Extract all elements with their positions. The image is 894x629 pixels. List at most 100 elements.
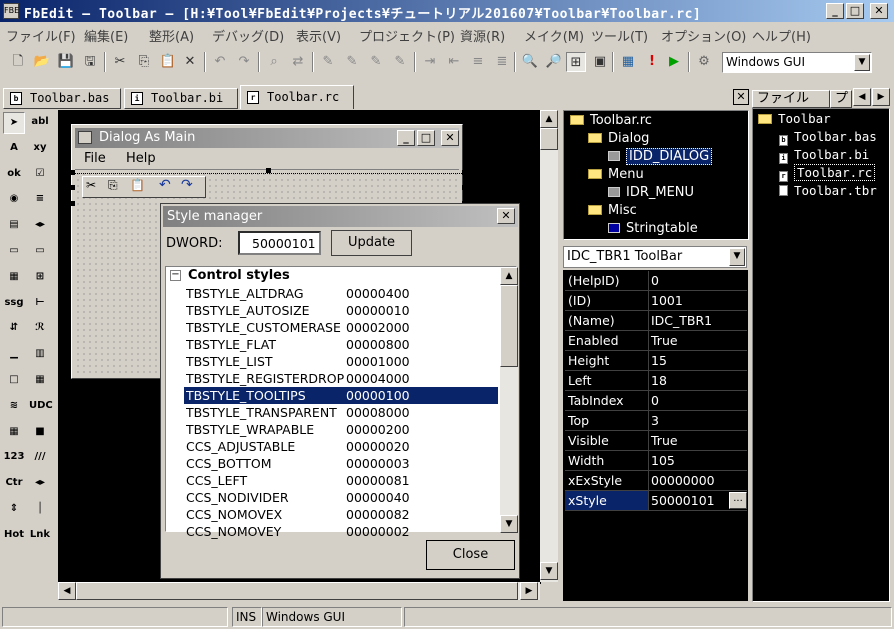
menu-item-3[interactable]: デバッグ(D) bbox=[212, 26, 284, 45]
style-row[interactable]: CCS_NODIVIDER 00000040 bbox=[184, 489, 498, 506]
chevron-down-icon[interactable]: ▼ bbox=[729, 248, 745, 266]
property-grid[interactable]: (HelpID) 0 (ID) 1001 (Name) IDC_TBR1 Enabled Tr… bbox=[563, 270, 748, 601]
palette-tool-33-icon[interactable]: Lnk bbox=[29, 524, 51, 547]
palette-tool-22-icon[interactable]: ≋ bbox=[3, 395, 25, 418]
scroll-right-icon[interactable]: ▶ bbox=[520, 582, 538, 600]
debug-icon[interactable]: ⚙ bbox=[694, 52, 714, 72]
property-row[interactable]: xStyle 50000101... bbox=[565, 491, 747, 511]
uncomment-icon[interactable]: ≣ bbox=[492, 52, 512, 72]
palette-tool-20-icon[interactable]: □ bbox=[3, 370, 25, 392]
update-button[interactable]: Update bbox=[331, 230, 412, 256]
style-list[interactable]: − Control styles TBSTYLE_ALTDRAG 00000400… bbox=[165, 266, 518, 539]
indent-icon[interactable]: ⇥ bbox=[420, 52, 440, 72]
undo-icon[interactable]: ↶ bbox=[210, 52, 230, 72]
resize-handle[interactable] bbox=[266, 168, 271, 173]
palette-tool-23-icon[interactable]: UDC bbox=[29, 395, 53, 418]
palette-tool-4-icon[interactable]: ok bbox=[3, 163, 25, 186]
style-row[interactable]: CCS_BOTTOM 00000003 bbox=[184, 455, 498, 472]
palette-tool-21-icon[interactable]: ▦ bbox=[29, 370, 51, 392]
tree-item[interactable]: Misc bbox=[588, 203, 637, 218]
property-value[interactable]: IDC_TBR1 bbox=[651, 311, 712, 330]
delete-icon[interactable]: ✕ bbox=[180, 52, 200, 72]
run-icon[interactable]: ▶ bbox=[664, 52, 684, 72]
open-folder-icon[interactable]: 📂 bbox=[32, 52, 52, 72]
palette-tool-29-icon[interactable]: ◂▸ bbox=[29, 473, 51, 496]
palette-tool-24-icon[interactable]: ▦ bbox=[3, 421, 25, 444]
property-value[interactable]: 1001 bbox=[651, 291, 683, 310]
minimize-button[interactable]: _ bbox=[826, 3, 844, 19]
palette-tool-31-icon[interactable]: │ bbox=[29, 499, 51, 521]
menu-item-10[interactable]: ヘルプ(H) bbox=[752, 26, 811, 45]
save-all-icon[interactable]: 🖫 bbox=[80, 52, 100, 72]
ellipsis-button[interactable]: ... bbox=[729, 492, 747, 509]
redo-icon[interactable]: ↷ bbox=[234, 52, 254, 72]
replace-icon[interactable]: ⇄ bbox=[288, 52, 308, 72]
designed-toolbar-control[interactable]: ✂ ⎘ 📋 ↶ ↷ bbox=[82, 176, 206, 198]
scroll-thumb[interactable] bbox=[540, 128, 558, 150]
bookmark-prev-icon[interactable]: ✎ bbox=[366, 52, 386, 72]
tab-scroll-left-icon[interactable]: ◀ bbox=[853, 88, 871, 106]
palette-tool-16-icon[interactable]: ⇵ bbox=[3, 318, 25, 341]
palette-tool-30-icon[interactable]: ⇕ bbox=[3, 499, 25, 521]
palette-tool-7-icon[interactable]: ≡ bbox=[29, 189, 51, 212]
style-row[interactable]: TBSTYLE_WRAPABLE 00000200 bbox=[184, 421, 498, 438]
cut-icon[interactable]: ✂ bbox=[110, 52, 130, 72]
palette-tool-26-icon[interactable]: 123 bbox=[3, 447, 25, 470]
style-row[interactable]: CCS_ADJUSTABLE 00000020 bbox=[184, 438, 498, 455]
property-value[interactable]: 0 bbox=[651, 391, 659, 410]
copy-icon[interactable]: ⎘ bbox=[134, 52, 154, 72]
style-row[interactable]: TBSTYLE_TRANSPARENT 00008000 bbox=[184, 404, 498, 421]
resize-handle[interactable] bbox=[70, 201, 75, 206]
find-icon[interactable]: ⌕ bbox=[264, 52, 284, 72]
resize-handle[interactable] bbox=[462, 170, 467, 175]
tab-project[interactable]: プ bbox=[830, 90, 852, 108]
scroll-thumb[interactable] bbox=[500, 285, 518, 367]
palette-tool-5-icon[interactable]: ☑ bbox=[29, 163, 51, 186]
palette-tool-32-icon[interactable]: Hot bbox=[3, 524, 25, 547]
property-value[interactable]: 00000000 bbox=[651, 471, 715, 490]
property-value[interactable]: True bbox=[651, 431, 678, 450]
project-file[interactable]: Toolbar.tbr bbox=[779, 183, 877, 198]
editor-vertical-scrollbar[interactable]: ▲ ▼ bbox=[540, 110, 558, 582]
paste-icon[interactable]: 📋 bbox=[158, 52, 178, 72]
tab-file[interactable]: ファイル bbox=[752, 90, 830, 108]
menu-item-2[interactable]: 整形(A) bbox=[149, 26, 194, 45]
menu-item-9[interactable]: オプション(O) bbox=[661, 26, 746, 45]
collapse-icon[interactable]: − bbox=[170, 270, 181, 281]
dialog-maximize-button[interactable]: □ bbox=[417, 130, 435, 146]
style-list-scrollbar[interactable]: ▲ ▼ bbox=[500, 267, 518, 533]
property-row[interactable]: (HelpID) 0 bbox=[565, 271, 747, 291]
tree-item[interactable]: Menu bbox=[588, 167, 644, 182]
property-row[interactable]: Visible True bbox=[565, 431, 747, 451]
property-row[interactable]: xExStyle 00000000 bbox=[565, 471, 747, 491]
build-type-combo[interactable]: Windows GUI ▼ bbox=[722, 52, 872, 73]
style-row[interactable]: TBSTYLE_AUTOSIZE 00000010 bbox=[184, 302, 498, 319]
scroll-left-icon[interactable]: ◀ bbox=[58, 582, 76, 600]
palette-tool-14-icon[interactable]: ssg bbox=[3, 292, 25, 315]
tree-item[interactable]: IDR_MENU bbox=[608, 185, 694, 200]
property-row[interactable]: Left 18 bbox=[565, 371, 747, 391]
new-file-icon[interactable]: 🗋 bbox=[8, 52, 28, 72]
resize-handle[interactable] bbox=[70, 185, 75, 190]
tree-item[interactable]: Stringtable bbox=[608, 221, 698, 236]
menu-item-8[interactable]: ツール(T) bbox=[591, 26, 648, 45]
style-row[interactable]: TBSTYLE_CUSTOMERASE 00002000 bbox=[184, 319, 498, 336]
palette-tool-0-icon[interactable]: ➤ bbox=[3, 112, 25, 134]
dialog-title-bar[interactable]: Dialog As Main _ □ ✕ bbox=[75, 128, 459, 148]
print-preview-icon[interactable]: 🔎 bbox=[544, 52, 564, 72]
style-row[interactable]: CCS_LEFT 00000081 bbox=[184, 472, 498, 489]
scroll-up-icon[interactable]: ▲ bbox=[500, 267, 518, 285]
palette-tool-3-icon[interactable]: xy bbox=[29, 137, 51, 160]
grid-toggle-icon[interactable]: ⊞ bbox=[566, 52, 586, 72]
palette-tool-17-icon[interactable]: ℛ bbox=[29, 318, 51, 341]
scroll-thumb[interactable] bbox=[76, 582, 518, 600]
tab-scroll-right-icon[interactable]: ▶ bbox=[872, 88, 890, 106]
palette-tool-15-icon[interactable]: ⊢ bbox=[29, 292, 51, 315]
property-row[interactable]: Width 105 bbox=[565, 451, 747, 471]
property-value[interactable]: 50000101 bbox=[651, 491, 715, 510]
style-row[interactable]: CCS_NOMOVEY 00000002 bbox=[184, 523, 498, 540]
dialog-menu-file[interactable]: File bbox=[84, 151, 106, 166]
property-row[interactable]: TabIndex 0 bbox=[565, 391, 747, 411]
control-select-combo[interactable]: IDC_TBR1 ToolBar ▼ bbox=[563, 246, 747, 268]
resource-tree[interactable]: Toolbar.rc Dialog IDD_DIALOG Menu IDR_MENU M… bbox=[563, 110, 749, 240]
